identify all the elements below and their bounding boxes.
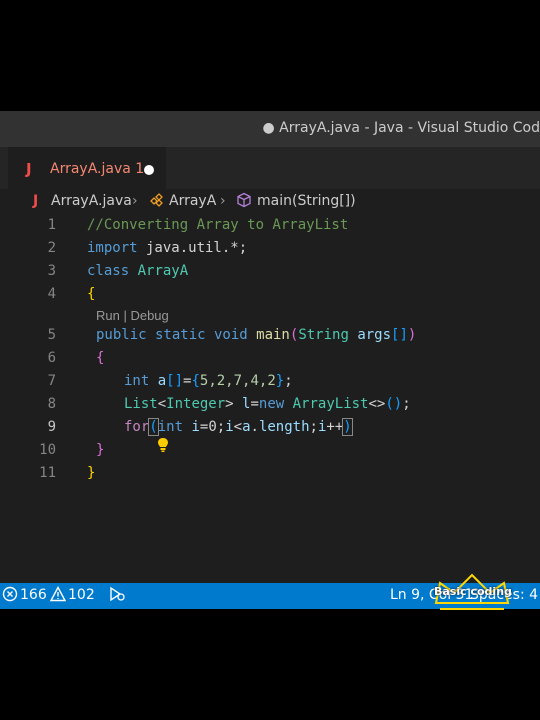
operator: ++: [326, 419, 344, 435]
property-name: length: [258, 419, 310, 435]
var-name: a: [242, 419, 251, 435]
tab-label: ArrayA.java: [50, 161, 131, 177]
unsaved-dot-icon[interactable]: [144, 165, 154, 175]
class-icon: [148, 192, 164, 212]
line-number: 11: [39, 465, 56, 481]
bracket: []: [391, 327, 408, 343]
warning-icon[interactable]: [49, 586, 67, 606]
bracket: []: [166, 373, 184, 389]
breadcrumb-class[interactable]: ArrayA: [169, 193, 216, 209]
line-number: 5: [47, 327, 56, 343]
brace: }: [275, 373, 285, 389]
comment: //Converting Array to ArrayList: [87, 217, 349, 233]
type-name: String: [298, 327, 349, 343]
error-count[interactable]: 166: [20, 587, 47, 603]
initializer: =0;: [199, 419, 226, 435]
line-number: 9: [47, 419, 56, 435]
code-line: 4 {: [0, 285, 540, 307]
code-line: 7 int a[]={5,2,7,4,2};: [0, 372, 540, 394]
breadcrumb-file[interactable]: ArrayA.java: [51, 193, 132, 209]
line-number: 3: [47, 263, 56, 279]
paren: (: [148, 418, 159, 436]
tab-arraya-java[interactable]: J ArrayA.java 1: [8, 147, 166, 189]
chevron-right-icon: ›: [220, 193, 226, 209]
brace: }: [87, 465, 96, 481]
chevron-right-icon: ›: [132, 193, 138, 209]
codelens-run-debug[interactable]: Run | Debug: [96, 308, 169, 323]
keyword: int: [157, 419, 184, 435]
brace: {: [191, 373, 200, 389]
brace: {: [87, 286, 96, 302]
line-number: 1: [47, 217, 56, 233]
code-line-active: 9 for(int i=0;i<a.length;i++): [0, 418, 540, 452]
tab-problem-count: 1: [135, 161, 145, 177]
semicolon: ;: [402, 396, 411, 412]
var-name: i: [225, 419, 234, 435]
var-name: l: [233, 396, 251, 412]
code-line: 3 class ArrayA: [0, 262, 540, 284]
keyword: class: [87, 263, 130, 279]
line-number: 10: [39, 442, 56, 458]
dot: .: [250, 419, 259, 435]
generic-close: >: [225, 396, 234, 412]
line-number: 7: [47, 373, 56, 389]
brace: }: [96, 442, 105, 458]
class-name: ArrayA: [129, 263, 189, 279]
watermark-text: Basic coding: [434, 585, 512, 598]
line-number: 4: [47, 286, 56, 302]
code-editor[interactable]: 1 //Converting Array to ArrayList 2 impo…: [0, 213, 540, 583]
java-file-icon: J: [26, 160, 32, 178]
breadcrumb: J ArrayA.java › ArrayA › main(String[]): [0, 191, 540, 213]
method-cube-icon: [236, 192, 252, 212]
code-line: 5 public static void main(String args[]): [0, 326, 540, 348]
generic-open: <: [157, 396, 167, 412]
code-line: 6 {: [0, 349, 540, 371]
code-line: 1 //Converting Array to ArrayList: [0, 216, 540, 238]
code-line: 2 import java.util.*;: [0, 239, 540, 261]
number-list: 5,2,7,4,2: [199, 373, 276, 389]
debug-icon[interactable]: [108, 586, 126, 606]
import-path: java.util.*;: [137, 240, 248, 256]
code-line: 8 List<Integer> l=new ArrayList<>();: [0, 395, 540, 417]
watermark-logo: Basic coding: [430, 571, 514, 615]
warning-count[interactable]: 102: [68, 587, 95, 603]
var-name: i: [183, 419, 200, 435]
brace: {: [96, 350, 105, 366]
method-name: main: [247, 327, 290, 343]
error-icon[interactable]: [2, 586, 18, 606]
operator: =: [250, 396, 259, 412]
class-name: ArrayList: [284, 396, 369, 412]
line-number: 2: [47, 240, 56, 256]
paren: ): [407, 327, 417, 343]
param-name: args: [348, 327, 392, 343]
semicolon: ;: [309, 419, 318, 435]
breadcrumb-java-icon: J: [33, 193, 39, 209]
paren: ): [342, 418, 353, 436]
semicolon: ;: [284, 373, 293, 389]
type-name: List: [124, 396, 158, 412]
operator: <: [233, 419, 243, 435]
paren: (): [385, 396, 403, 412]
tab-bar: J ArrayA.java 1: [0, 147, 540, 189]
code-line: 11 }: [0, 464, 540, 486]
line-number: 8: [47, 396, 56, 412]
keyword: new: [258, 396, 285, 412]
generic-type: Integer: [166, 396, 226, 412]
lightbulb-icon[interactable]: [90, 421, 169, 452]
line-number: 6: [47, 350, 56, 366]
keyword: int: [124, 373, 150, 389]
breadcrumb-method[interactable]: main(String[]): [257, 193, 356, 209]
title-bar: ● ArrayA.java - Java - Visual Studio Cod: [0, 111, 540, 147]
diamond: <>: [368, 396, 386, 412]
var-name: a: [149, 373, 167, 389]
window-title: ● ArrayA.java - Java - Visual Studio Cod: [262, 120, 540, 136]
keyword: public static void: [96, 327, 248, 343]
keyword: for: [124, 419, 150, 435]
editor-window: J ArrayA.java 1 J ArrayA.java › ArrayA ›…: [0, 147, 540, 583]
keyword: import: [87, 240, 138, 256]
code-line: 10 }: [0, 441, 540, 463]
